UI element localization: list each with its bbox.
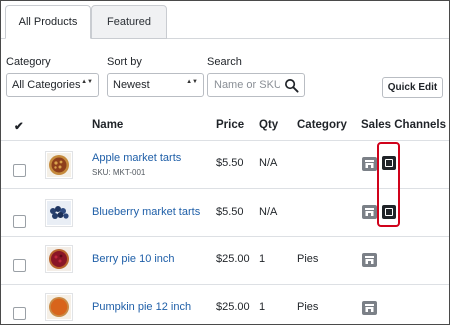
product-category: Pies — [297, 301, 319, 313]
berry-pie-image — [45, 245, 73, 273]
search-label: Search — [207, 56, 242, 68]
sort-select-value: Newest — [113, 79, 150, 91]
product-qty: 1 — [259, 253, 266, 265]
product-price: $25.00 — [216, 253, 250, 265]
online-store-icon — [362, 157, 377, 171]
category-select-value: All Categories — [12, 79, 81, 91]
product-sku: SKU: MKT-001 — [92, 168, 146, 177]
row-checkbox[interactable] — [13, 307, 26, 320]
search-box — [207, 73, 305, 97]
sort-select[interactable]: Newest ▲▼ — [107, 73, 204, 97]
select-arrows-icon: ▲▼ — [81, 79, 93, 85]
column-header-price[interactable]: Price — [216, 119, 244, 131]
category-filter-label: Category — [6, 56, 51, 68]
column-header-qty[interactable]: Qty — [259, 119, 278, 131]
sales-channel-highlight — [377, 142, 400, 227]
category-select[interactable]: All Categories ▲▼ — [6, 73, 99, 97]
tab-featured[interactable]: Featured — [91, 5, 167, 39]
row-checkbox[interactable] — [13, 164, 26, 177]
column-header-category[interactable]: Category — [297, 119, 347, 131]
table-row[interactable]: Berry pie 10 inch $25.00 1 Pies — [1, 237, 449, 284]
products-panel: All Products Featured Category All Categ… — [0, 0, 450, 325]
tab-bar: All Products Featured — [1, 1, 449, 39]
product-name-link[interactable]: Berry pie 10 inch — [92, 253, 175, 265]
row-checkbox[interactable] — [13, 259, 26, 272]
product-price: $5.50 — [216, 206, 244, 218]
search-input[interactable] — [208, 74, 280, 96]
table-row[interactable]: Pumpkin pie 12 inch $25.00 1 Pies — [1, 285, 449, 324]
blueberry-image — [45, 199, 73, 227]
product-category: Pies — [297, 253, 319, 265]
column-header-name[interactable]: Name — [92, 119, 123, 131]
product-qty: N/A — [259, 157, 278, 169]
product-name-link[interactable]: Pumpkin pie 12 inch — [92, 301, 191, 313]
select-all-check-icon[interactable]: ✔ — [14, 119, 24, 133]
product-name-link[interactable]: Apple market tarts — [92, 152, 181, 164]
online-store-icon — [362, 253, 377, 267]
pumpkin-pie-image — [45, 293, 73, 321]
quick-edit-button[interactable]: Quick Edit — [382, 77, 443, 98]
row-checkbox[interactable] — [13, 215, 26, 228]
tart-image — [45, 151, 73, 179]
select-arrows-icon: ▲▼ — [186, 79, 198, 85]
search-icon[interactable] — [284, 78, 299, 93]
sort-filter-label: Sort by — [107, 56, 142, 68]
product-price: $25.00 — [216, 301, 250, 313]
online-store-icon — [362, 205, 377, 219]
online-store-icon — [362, 301, 377, 315]
column-header-sales-channels: Sales Channels — [361, 119, 447, 131]
product-price: $5.50 — [216, 157, 244, 169]
product-qty: 1 — [259, 301, 266, 313]
product-name-link[interactable]: Blueberry market tarts — [92, 206, 200, 218]
product-qty: N/A — [259, 206, 278, 218]
tab-all-products[interactable]: All Products — [5, 5, 91, 39]
